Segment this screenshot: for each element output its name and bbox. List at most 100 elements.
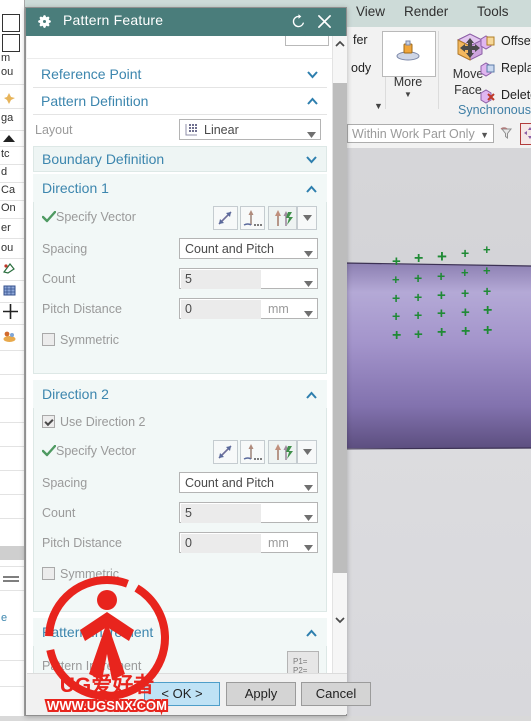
scrollbar-thumb[interactable] (333, 83, 347, 573)
dialog-title-bar[interactable]: Pattern Feature (26, 8, 346, 36)
dialog-vertical-scrollbar[interactable] (332, 36, 347, 676)
ribbon-group-expander-1[interactable]: ▼ (374, 101, 383, 111)
direction1-count-field[interactable]: 5 (179, 268, 318, 289)
tree-divider (0, 686, 24, 687)
tree-item-label: d (1, 166, 8, 178)
chevron-down-icon[interactable] (304, 276, 313, 290)
face-filter-icon[interactable] (500, 126, 516, 142)
green-plus-marker: + (437, 305, 446, 322)
tree-item-label: m (1, 52, 11, 64)
ribbon-tab-tools[interactable]: Tools (477, 4, 509, 19)
tree-divider (0, 164, 24, 165)
ribbon-tab-view[interactable]: View (356, 4, 385, 19)
field-shading (181, 534, 261, 553)
chevron-down-icon[interactable] (304, 540, 313, 554)
inferred-vector-icon[interactable] (213, 206, 238, 230)
section-header-reference-point[interactable]: Reference Point (33, 62, 327, 88)
dialog-title: Pattern Feature (63, 12, 164, 28)
vector-dropdown-icon[interactable] (297, 206, 317, 230)
scroll-down-icon[interactable] (333, 613, 347, 629)
tree-divider (0, 84, 24, 85)
green-plus-marker: + (461, 323, 471, 340)
layout-dropdown[interactable]: Linear (179, 119, 321, 140)
tree-collapse-icon[interactable] (3, 132, 16, 145)
tree-selected-row[interactable] (0, 546, 24, 560)
vector-dialog-icon[interactable] (268, 206, 297, 230)
tree-divider (0, 258, 24, 259)
selection-scope-dropdown[interactable]: Within Work Part Only ▼ (347, 124, 494, 143)
vector-constructor-icon[interactable] (240, 206, 265, 230)
move-snap-toggle[interactable] (520, 123, 531, 145)
replace-face-icon (479, 61, 496, 78)
reset-icon[interactable] (288, 12, 308, 32)
chevron-down-icon[interactable] (304, 510, 313, 524)
ribbon-tab-render[interactable]: Render (404, 4, 448, 19)
tree-divider (0, 350, 24, 351)
vector-dialog-icon[interactable] (268, 440, 297, 464)
vector-constructor-icon[interactable] (240, 440, 265, 464)
cancel-button[interactable]: Cancel (301, 682, 371, 706)
direction2-count-row: Count 5 (34, 501, 328, 527)
tree-divider (0, 182, 24, 183)
green-plus-marker: + (461, 265, 469, 280)
use-direction2-checkbox[interactable] (42, 415, 55, 428)
direction2-pitch-label: Pitch Distance (42, 536, 122, 550)
more-button[interactable]: More ▼ (381, 31, 436, 99)
tree-divider (0, 146, 24, 147)
green-plus-marker: + (461, 245, 470, 261)
green-plus-marker: + (461, 285, 470, 301)
direction2-count-field[interactable]: 5 (179, 502, 318, 523)
direction2-symmetric-label: Symmetric (60, 567, 120, 581)
replace-face-item[interactable]: Replac (479, 59, 531, 81)
direction1-pitch-label: Pitch Distance (42, 302, 122, 316)
ribbon-group-name-synchronous: Synchronous M (458, 103, 531, 117)
tree-checkbox[interactable] (2, 34, 20, 52)
direction2-pitch-field[interactable]: 0 mm (179, 532, 318, 553)
apply-button[interactable]: Apply (226, 682, 296, 706)
ok-button[interactable]: < OK > (144, 682, 220, 706)
direction2-symmetric-checkbox[interactable] (42, 567, 55, 580)
vector-dropdown-icon[interactable] (297, 440, 317, 464)
green-plus-marker: + (437, 268, 446, 284)
more-dropdown-caret[interactable]: ▼ (381, 91, 435, 99)
tree-list-icon (3, 572, 19, 585)
section-header-boundary-definition[interactable]: Boundary Definition (33, 146, 327, 172)
tree-item-label: ou (1, 66, 14, 78)
section-header-direction1[interactable]: Direction 1 (33, 174, 327, 202)
check-mark-icon (41, 210, 57, 223)
section-header-pattern-definition[interactable]: Pattern Definition (33, 89, 327, 115)
clipped-dropdown-button[interactable]: ▼ (285, 36, 329, 46)
pattern-feature-dialog[interactable]: Pattern Feature ▼ Reference Point (25, 7, 371, 716)
dialog-button-bar: < OK > Apply Cancel (27, 673, 371, 714)
close-icon[interactable] (314, 12, 334, 32)
tree-divider (0, 238, 24, 239)
part-navigator-strip[interactable]: m ou ga tc d Ca On er ou e (0, 0, 25, 716)
pattern-increment-label: Pattern Increment (42, 659, 142, 673)
direction1-spacing-dropdown[interactable]: Count and Pitch (179, 238, 318, 259)
direction1-pitch-field[interactable]: 0 mm (179, 298, 318, 319)
chevron-down-icon (304, 246, 313, 257)
tree-item-label: tc (1, 148, 10, 160)
layout-value: Linear (204, 123, 239, 137)
direction2-spacing-dropdown[interactable]: Count and Pitch (179, 472, 318, 493)
direction1-symmetric-checkbox[interactable] (42, 333, 55, 346)
section-header-pattern-increment[interactable]: Pattern Increment (33, 618, 327, 646)
tree-item-label: ga (1, 112, 14, 124)
section-header-direction2[interactable]: Direction 2 (33, 380, 327, 408)
tree-divider (0, 660, 24, 661)
direction2-specify-vector-row: Specify Vector (34, 439, 328, 465)
chevron-down-icon[interactable] (304, 306, 313, 320)
offset-region-item[interactable]: Offset (479, 32, 531, 54)
direction1-count-row: Count 5 (34, 267, 328, 293)
check-mark-icon (41, 444, 57, 457)
tree-checkbox[interactable] (2, 14, 20, 32)
tree-divider (0, 324, 24, 325)
tree-item-label: er (1, 222, 11, 234)
section-title-direction1: Direction 1 (42, 180, 109, 196)
direction1-count-label: Count (42, 272, 76, 286)
chevron-up-icon (305, 389, 318, 402)
scroll-up-icon[interactable] (333, 36, 347, 52)
green-plus-marker: + (392, 290, 401, 306)
inferred-vector-icon[interactable] (213, 440, 238, 464)
direction1-spacing-label: Spacing (42, 242, 88, 256)
